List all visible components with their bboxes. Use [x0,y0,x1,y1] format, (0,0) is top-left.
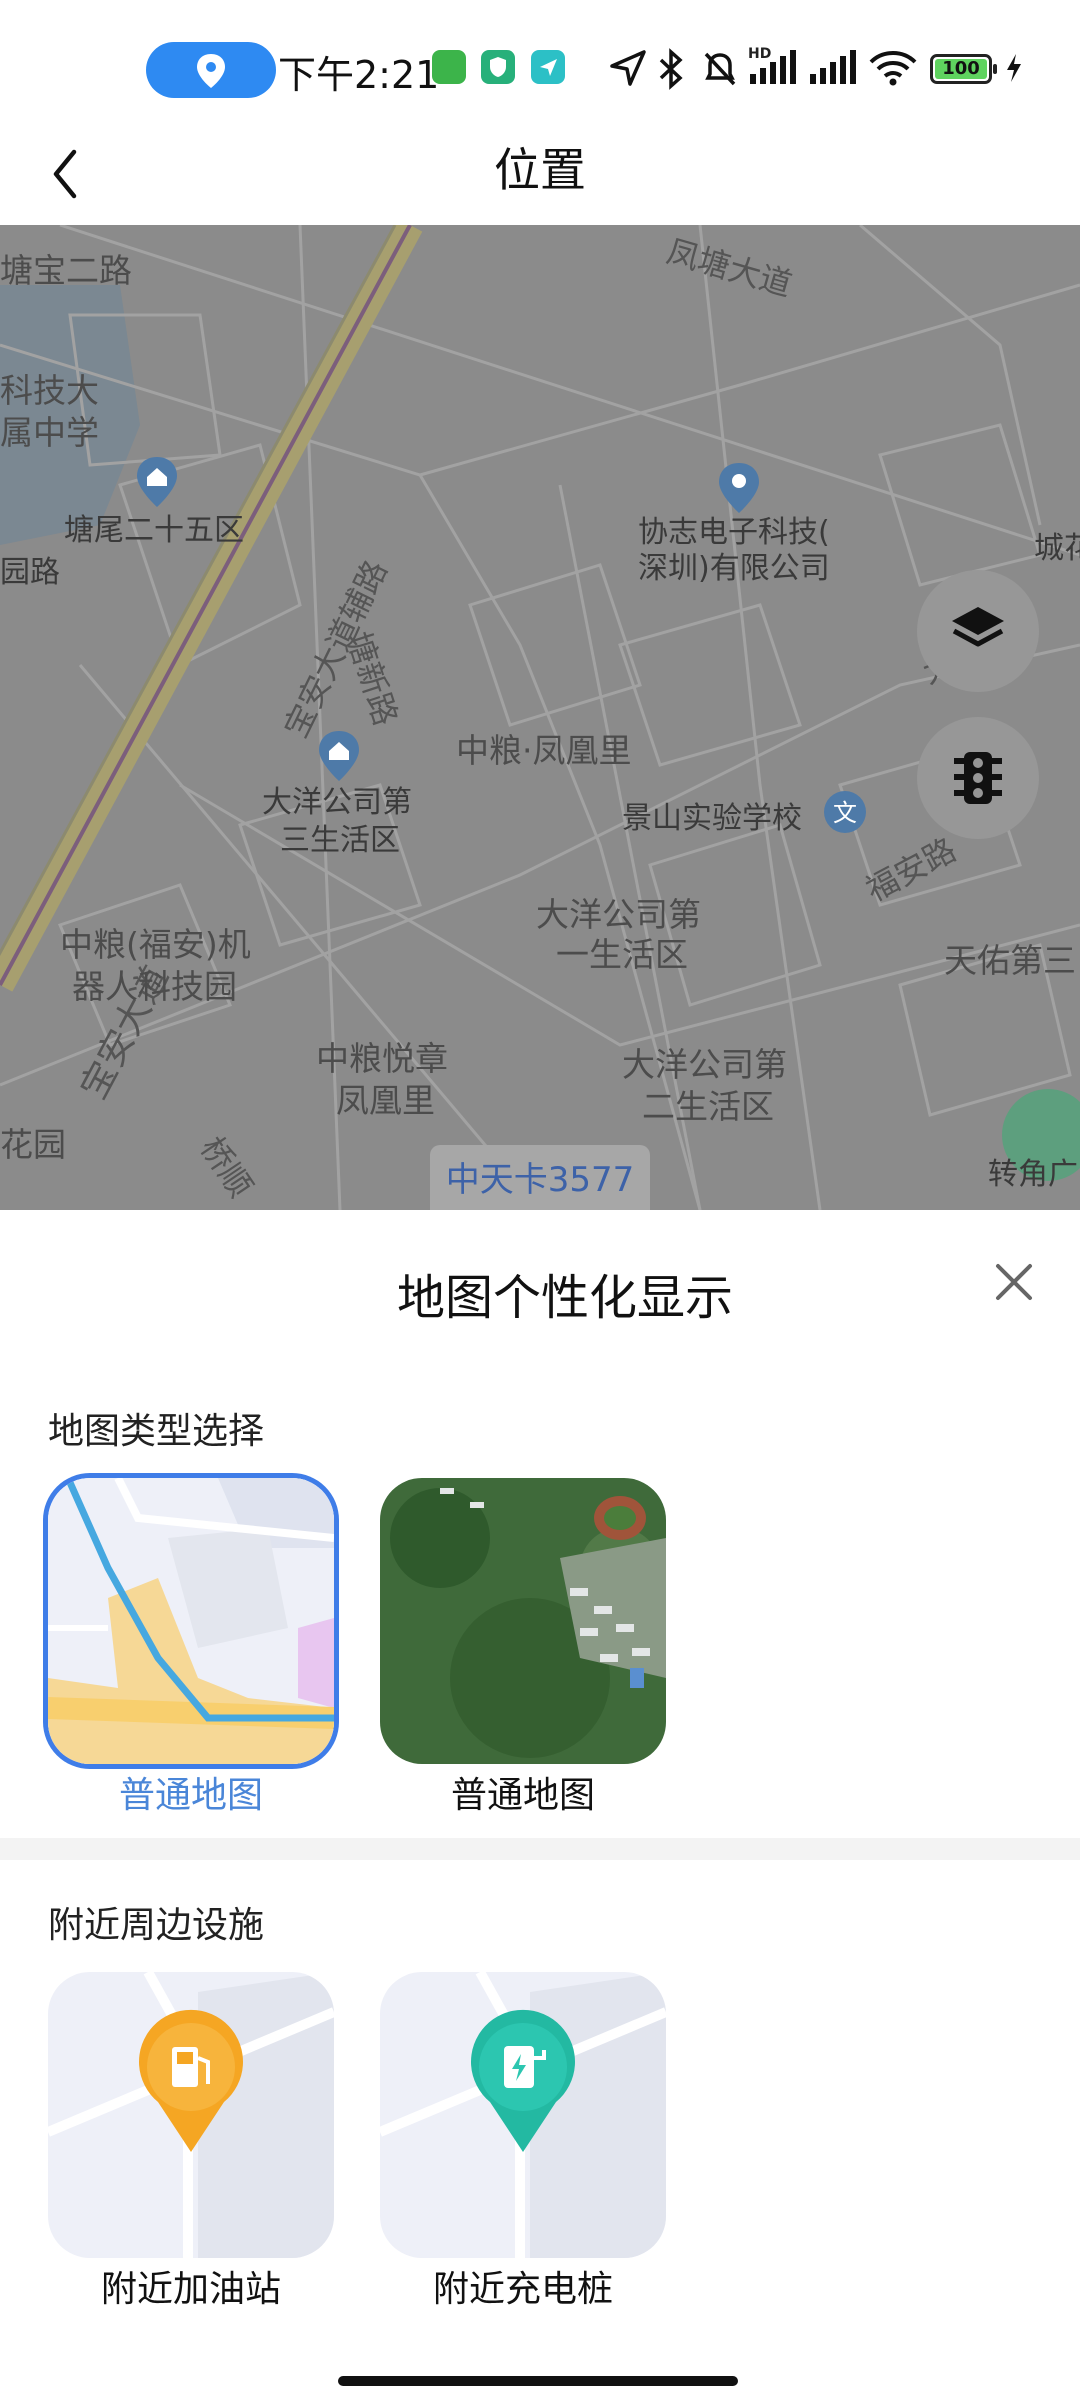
map-type-label-satellite[interactable]: 普通地图 [380,1766,666,1818]
shield-icon [481,50,515,84]
map-label: 城花 [1034,531,1080,566]
home-indicator[interactable] [338,2376,738,2386]
map-label: 中粮·凤凰里 [456,731,632,770]
map-label: 大洋公司第 [536,895,701,934]
battery-level: 100 [935,59,987,79]
map-label: 转角广 [988,1157,1078,1192]
map-type-label-standard[interactable]: 普通地图 [48,1766,334,1818]
map-label: 塘宝二路 [0,251,132,290]
map-label: 深圳)有限公司 [638,551,830,586]
wifi-icon [869,51,917,86]
nearby-charging-station-tile[interactable] [380,1972,666,2258]
map-label: 天佑第三 [944,941,1076,980]
standard-map-tile[interactable] [48,1478,334,1764]
map-label: 景山实验学校 [622,801,802,836]
map-label: 花园 [0,1125,66,1164]
signal-icon [750,50,796,84]
map-label: 一生活区 [556,935,688,974]
battery-icon: 100 [930,54,997,84]
map-label: 中粮(福安)机 [60,925,251,964]
company-poi-icon[interactable] [716,461,762,515]
section-divider [0,1838,1080,1860]
vehicle-plate-label: 中天卡3577 [430,1145,650,1210]
charging-icon [1007,54,1021,82]
residential-poi-icon[interactable] [316,729,362,783]
location-arrow-icon [610,50,646,86]
nearby-gas-station-tile[interactable] [48,1972,334,2258]
residential-poi-icon[interactable] [134,455,180,509]
satellite-map-tile[interactable] [380,1478,666,1764]
map-label: 三生活区 [280,823,400,858]
standard-map-thumbnail [48,1478,334,1764]
map-label: 科技大 [0,371,99,410]
map-label: 大洋公司第 [622,1045,787,1084]
map-label: 器人科技园 [72,967,237,1006]
layers-button[interactable] [917,570,1039,692]
charging-station-thumbnail [380,1972,666,2258]
map-label: 属中学 [0,413,99,452]
gas-station-thumbnail [48,1972,334,2258]
map-label: 园路 [0,555,60,590]
status-bar: 下午2:21 HD 100 [0,0,1080,140]
map-label: 塘尾二十五区 [64,513,244,548]
bluetooth-icon [659,48,683,90]
location-pin-icon [197,54,225,88]
layers-icon [952,607,1004,647]
map-label: 大洋公司第 [262,785,412,820]
map-view[interactable]: 塘宝二路 科技大 属中学 塘尾二十五区 园路 宝安大道辅路 塘新路 协志电子科技… [0,225,1080,1210]
map-settings-sheet: 地图个性化显示 地图类型选择 普通地图 普通地图 附近周边设施 附近加油站 附近… [0,1210,1080,2400]
page-title: 位置 [494,143,586,197]
location-pill[interactable] [146,42,276,98]
signal-icon [810,50,856,84]
app-notification-icon [432,50,466,84]
status-time: 下午2:21 [278,53,440,97]
nearby-charging-station-label[interactable]: 附近充电桩 [380,2260,666,2312]
nearby-label: 附近周边设施 [48,1905,265,1946]
traffic-light-icon [954,752,1002,804]
send-icon [531,50,565,84]
map-label: 中粮悦章 [316,1039,448,1078]
sheet-title: 地图个性化显示 [396,1270,733,1326]
map-label: 协志电子科技( [638,515,830,550]
nearby-gas-station-label[interactable]: 附近加油站 [48,2260,334,2312]
top-bar: 位置 [0,120,1080,225]
traffic-button[interactable] [917,717,1039,839]
svg-text:文: 文 [833,799,857,827]
map-label: 凤凰里 [336,1081,435,1120]
map-roads [0,225,1080,1210]
map-label: 二生活区 [642,1087,774,1126]
close-icon[interactable] [990,1258,1038,1306]
map-type-label: 地图类型选择 [48,1411,265,1452]
mute-bell-icon [704,52,736,86]
satellite-map-thumbnail [380,1478,666,1764]
school-poi-icon[interactable]: 文 [822,789,868,843]
